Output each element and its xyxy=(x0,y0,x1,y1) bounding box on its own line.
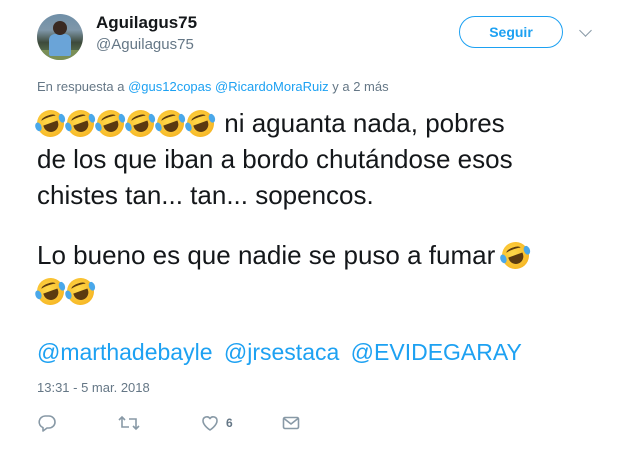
mention-link[interactable]: @jrsestaca xyxy=(224,339,339,365)
tweet-text-segment: Lo bueno es que nadie se puso a fumar xyxy=(37,240,496,270)
tweet-text-segment: chistes tan... tan... sopencos. xyxy=(37,180,374,210)
follow-button[interactable]: Seguir xyxy=(459,16,563,48)
reply-button[interactable] xyxy=(37,413,57,433)
rolling-laughing-emoji-icon xyxy=(153,106,188,141)
rolling-laughing-emoji-icon xyxy=(498,238,534,273)
rolling-laughing-emoji-icon xyxy=(183,106,218,141)
rolling-laughing-emoji-icon xyxy=(93,106,128,141)
reply-suffix: y a 2 más xyxy=(332,79,389,94)
user-handle[interactable]: @Aguilagus75 xyxy=(96,36,194,53)
reply-context: En respuesta a @gus12copas @RicardoMoraR… xyxy=(37,79,389,94)
mention-link[interactable]: @marthadebayle xyxy=(37,339,213,365)
tweet-timestamp[interactable]: 13:31 - 5 mar. 2018 xyxy=(37,380,150,395)
envelope-icon xyxy=(282,416,300,430)
like-button[interactable]: 6 xyxy=(200,413,233,433)
tweet-line: de los que iban a bordo chutándose esos xyxy=(37,141,607,177)
tweet-text-segment: de los que iban a bordo chutándose esos xyxy=(37,144,513,174)
retweet-icon xyxy=(118,415,140,431)
tweet-line: Lo bueno es que nadie se puso a fumar xyxy=(37,237,607,273)
tweet-line xyxy=(33,273,607,309)
tweet-text-segment: ni aguanta nada, pobres xyxy=(224,108,505,138)
rolling-laughing-emoji-icon xyxy=(63,106,98,141)
tweet-line: ni aguanta nada, pobres xyxy=(33,105,607,141)
tweet-line: chistes tan... tan... sopencos. xyxy=(37,177,607,213)
reply-icon xyxy=(38,415,56,432)
rolling-laughing-emoji-icon xyxy=(33,106,68,141)
reply-mention-link[interactable]: @RicardoMoraRuiz xyxy=(215,79,329,94)
chevron-down-icon[interactable] xyxy=(579,24,592,37)
reply-mention-link[interactable]: @gus12copas xyxy=(128,79,211,94)
rolling-laughing-emoji-icon xyxy=(123,106,158,141)
avatar[interactable] xyxy=(37,14,83,60)
rolling-laughing-emoji-icon xyxy=(63,274,98,309)
heart-icon xyxy=(202,416,218,431)
mention-link[interactable]: @EVIDEGARAY xyxy=(351,339,522,365)
reply-prefix: En respuesta a xyxy=(37,79,125,94)
mention-list: @marthadebayle @jrsestaca @EVIDEGARAY xyxy=(37,339,527,366)
rolling-laughing-emoji-icon xyxy=(33,274,68,309)
like-count: 6 xyxy=(226,416,233,430)
retweet-button[interactable] xyxy=(117,413,141,433)
direct-message-button[interactable] xyxy=(281,413,301,433)
tweet-text: ni aguanta nada, pobres de los que iban … xyxy=(33,105,607,309)
user-display-name[interactable]: Aguilagus75 xyxy=(96,13,197,33)
